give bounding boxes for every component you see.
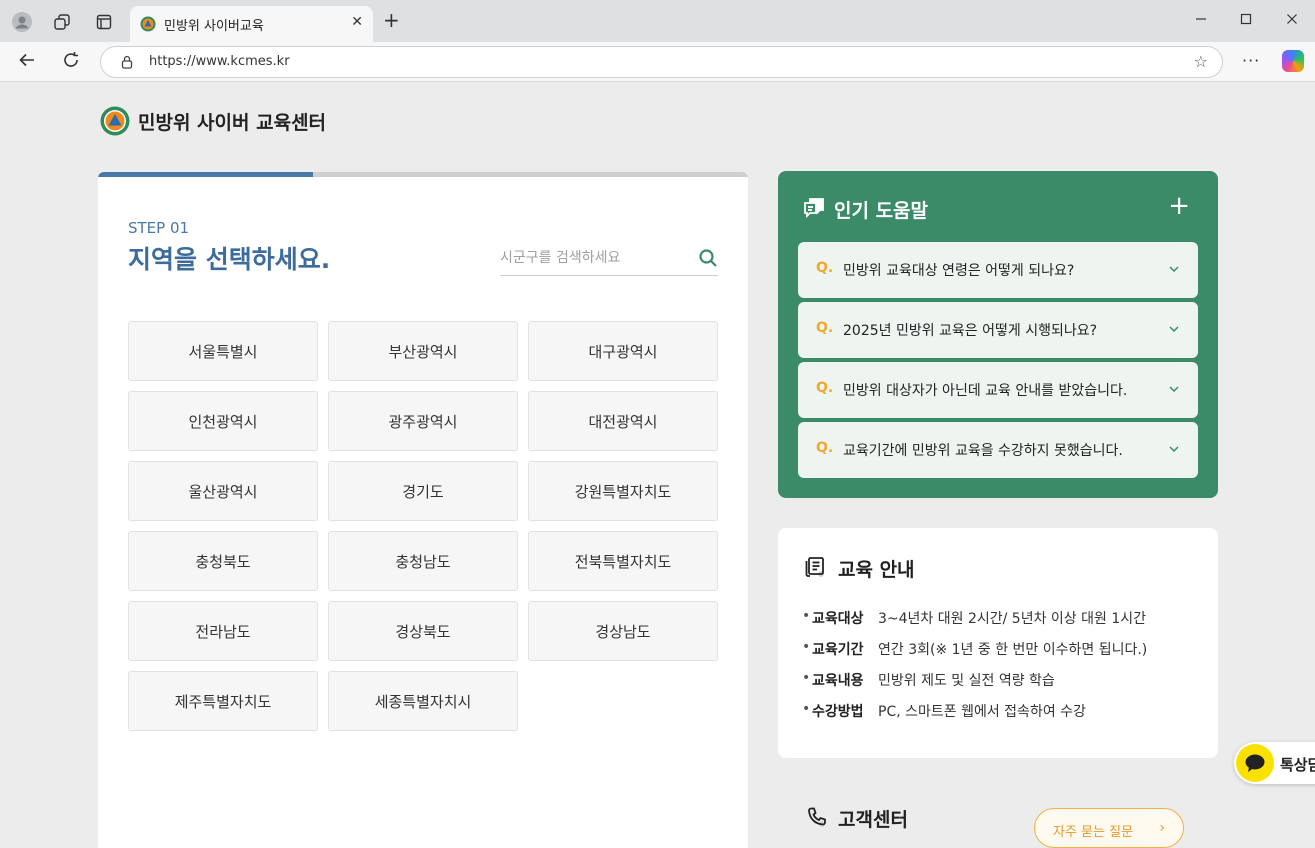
district-search-input[interactable] bbox=[500, 242, 690, 274]
region-button[interactable]: 인천광역시 bbox=[128, 391, 318, 451]
faq-item[interactable]: Q. 민방위 교육대상 연령은 어떻게 되나요? bbox=[798, 242, 1198, 298]
education-info-card: 교육 안내 • 교육대상 3~4년차 대원 2시간/ 5년차 이상 대원 1시간… bbox=[778, 528, 1218, 758]
info-value: 3~4년차 대원 2시간/ 5년차 이상 대원 1시간 bbox=[878, 611, 1147, 627]
lock-icon[interactable] bbox=[121, 54, 133, 73]
workspaces-icon[interactable] bbox=[52, 12, 72, 32]
refresh-icon[interactable] bbox=[62, 51, 80, 74]
region-button[interactable]: 서울특별시 bbox=[128, 321, 318, 381]
info-label: 교육내용 bbox=[812, 673, 864, 689]
search-icon[interactable] bbox=[698, 248, 718, 268]
faq-item[interactable]: Q. 민방위 대상자가 아닌데 교육 안내를 받았습니다. bbox=[798, 362, 1198, 418]
new-tab-button[interactable]: + bbox=[383, 10, 400, 30]
kakao-talk-label: 톡상담 bbox=[1280, 756, 1315, 774]
region-button[interactable]: 부산광역시 bbox=[328, 321, 518, 381]
chevron-down-icon bbox=[1169, 386, 1179, 393]
minimize-icon[interactable] bbox=[1195, 10, 1207, 29]
faq-question: 2025년 민방위 교육은 어떻게 시행되나요? bbox=[843, 323, 1098, 339]
info-row: • 수강방법 PC, 스마트폰 웹에서 접속하여 수강 bbox=[802, 701, 1086, 721]
more-help-plus-icon[interactable]: + bbox=[1168, 191, 1190, 221]
info-row: • 교육기간 연간 3회(※ 1년 중 한 번만 이수하면 됩니다.) bbox=[802, 639, 1147, 659]
info-label: 교육대상 bbox=[812, 611, 864, 627]
region-button[interactable]: 경상남도 bbox=[528, 601, 718, 661]
faq-question: 교육기간에 민방위 교육을 수강하지 못했습니다. bbox=[843, 443, 1123, 459]
faq-button[interactable]: 자주 묻는 질문 › bbox=[1034, 808, 1184, 848]
region-button[interactable]: 울산광역시 bbox=[128, 461, 318, 521]
popular-help-card: 인기 도움말 + Q. 민방위 교육대상 연령은 어떻게 되나요? Q. 202… bbox=[778, 171, 1218, 498]
district-search bbox=[500, 242, 718, 276]
region-grid: 서울특별시 부산광역시 대구광역시인천광역시 광주광역시 대전광역시울산광역시 경기도 강원… bbox=[128, 321, 718, 731]
step-title: 지역을 선택하세요. bbox=[128, 245, 331, 274]
page-content: 민방위 사이버 교육센터 STEP 01 지역을 선택하세요. 서울특별시부산광… bbox=[0, 82, 1315, 848]
maximize-icon[interactable] bbox=[1240, 10, 1252, 29]
url-text[interactable]: https://www.kcmes.kr bbox=[149, 54, 290, 69]
more-menu-icon[interactable]: ··· bbox=[1242, 51, 1260, 70]
info-bullet: • bbox=[802, 608, 811, 624]
faq-question: 민방위 교육대상 연령은 어떻게 되나요? bbox=[843, 263, 1075, 279]
faq-item[interactable]: Q. 교육기간에 민방위 교육을 수강하지 못했습니다. bbox=[798, 422, 1198, 478]
faq-q-marker: Q. bbox=[816, 380, 834, 396]
site-favicon-icon bbox=[140, 16, 156, 32]
region-button[interactable]: 대전광역시 bbox=[528, 391, 718, 451]
info-bullet: • bbox=[802, 701, 811, 717]
close-tab-icon[interactable]: ✕ bbox=[351, 14, 363, 30]
faq-q-marker: Q. bbox=[816, 320, 834, 336]
region-button[interactable]: 세종특별자치시 bbox=[328, 671, 518, 731]
address-toolbar: https://www.kcmes.kr ☆ ··· bbox=[0, 42, 1315, 82]
region-button[interactable]: 경상북도 bbox=[328, 601, 518, 661]
customer-center-title: 고객센터 bbox=[838, 809, 908, 831]
region-button[interactable]: 강원특별자치도 bbox=[528, 461, 718, 521]
info-value: PC, 스마트폰 웹에서 접속하여 수강 bbox=[878, 704, 1086, 720]
info-label: 수강방법 bbox=[812, 704, 864, 720]
info-value: 민방위 제도 및 실전 역량 학습 bbox=[878, 673, 1055, 689]
region-button[interactable]: 제주특별자치도 bbox=[128, 671, 318, 731]
info-row: • 교육내용 민방위 제도 및 실전 역량 학습 bbox=[802, 670, 1055, 690]
kakao-talk-icon bbox=[1236, 744, 1274, 782]
back-icon[interactable] bbox=[18, 51, 36, 74]
education-info-title: 교육 안내 bbox=[838, 559, 915, 581]
phone-icon bbox=[808, 807, 826, 827]
site-brand[interactable]: 민방위 사이버 교육센터 bbox=[100, 106, 326, 136]
favorite-star-icon[interactable]: ☆ bbox=[1194, 52, 1208, 71]
tab-title: 민방위 사이버교육 bbox=[164, 19, 264, 34]
chevron-down-icon bbox=[1169, 266, 1179, 273]
chevron-right-icon: › bbox=[1159, 820, 1165, 836]
chevron-down-icon bbox=[1169, 446, 1179, 453]
document-icon bbox=[805, 557, 824, 577]
kakao-talk-consult-button[interactable]: 톡상담 bbox=[1234, 742, 1315, 784]
popular-help-title: 인기 도움말 bbox=[834, 200, 929, 222]
faq-button-label: 자주 묻는 질문 bbox=[1053, 825, 1134, 840]
info-bullet: • bbox=[802, 639, 811, 655]
region-select-card: STEP 01 지역을 선택하세요. 서울특별시부산광역시대구광역시인천광역시광… bbox=[98, 172, 748, 848]
window-close-icon[interactable] bbox=[1286, 10, 1298, 29]
region-button[interactable]: 전라남도 bbox=[128, 601, 318, 661]
region-button[interactable]: 전북특별자치도 bbox=[528, 531, 718, 591]
faq-q-marker: Q. bbox=[816, 440, 834, 456]
info-bullet: • bbox=[802, 670, 811, 686]
info-row: • 교육대상 3~4년차 대원 2시간/ 5년차 이상 대원 1시간 bbox=[802, 608, 1146, 628]
faq-q-marker: Q. bbox=[816, 260, 834, 276]
step-progress-bar bbox=[98, 172, 748, 177]
tab-actions-icon[interactable] bbox=[94, 12, 114, 32]
region-button[interactable]: 충청남도 bbox=[328, 531, 518, 591]
site-title: 민방위 사이버 교육센터 bbox=[138, 111, 327, 134]
step-label: STEP 01 bbox=[128, 219, 190, 237]
copilot-icon[interactable] bbox=[1282, 50, 1304, 72]
url-bar[interactable]: https://www.kcmes.kr ☆ bbox=[100, 46, 1223, 78]
faq-item[interactable]: Q. 2025년 민방위 교육은 어떻게 시행되나요? bbox=[798, 302, 1198, 358]
info-value: 연간 3회(※ 1년 중 한 번만 이수하면 됩니다.) bbox=[878, 642, 1148, 658]
region-button[interactable]: 충청북도 bbox=[128, 531, 318, 591]
info-label: 교육기간 bbox=[812, 642, 864, 658]
step-progress-fill bbox=[98, 172, 313, 177]
region-button[interactable]: 광주광역시 bbox=[328, 391, 518, 451]
region-button[interactable]: 대구광역시 bbox=[528, 321, 718, 381]
profile-icon[interactable] bbox=[12, 12, 32, 32]
tab-active[interactable]: 민방위 사이버교육 ✕ bbox=[130, 6, 373, 42]
browser-tab-bar: 민방위 사이버교육 ✕ + bbox=[0, 0, 1315, 42]
faq-question: 민방위 대상자가 아닌데 교육 안내를 받았습니다. bbox=[843, 383, 1128, 399]
region-button[interactable]: 경기도 bbox=[328, 461, 518, 521]
chat-bubbles-icon bbox=[804, 198, 824, 219]
civil-defense-logo-icon bbox=[100, 106, 130, 136]
chevron-down-icon bbox=[1169, 326, 1179, 333]
